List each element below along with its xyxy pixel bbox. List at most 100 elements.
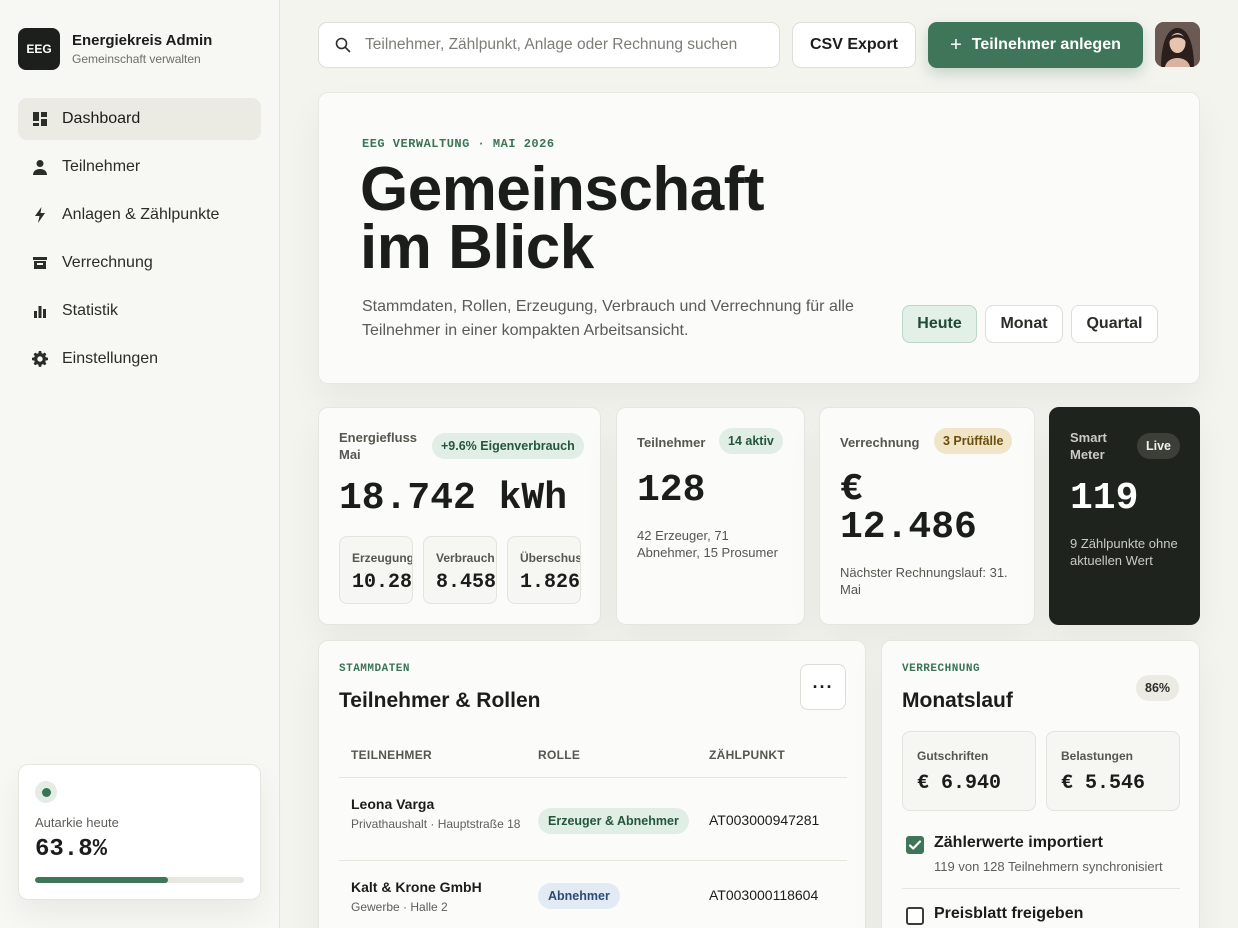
task-title: Zählerwerte importiert bbox=[934, 834, 1103, 851]
energy-card: Energiefluss Mai +9.6% Eigenverbrauch 18… bbox=[318, 407, 601, 625]
sidebar-item-dashboard[interactable]: Dashboard bbox=[18, 98, 261, 140]
belastungen-box: Belastungen € 5.546 bbox=[1046, 731, 1180, 811]
autarkie-progress-fill bbox=[35, 877, 169, 883]
checkmark-icon bbox=[908, 840, 922, 850]
task-subtitle: 119 von 128 Teilnehmern synchronisiert bbox=[934, 859, 1163, 874]
billing-badge: 3 Prüffälle bbox=[934, 428, 1013, 454]
billing-value-currency: € bbox=[840, 468, 863, 511]
task-divider bbox=[902, 888, 1180, 889]
table-eyebrow: STAMMDATEN bbox=[339, 663, 411, 675]
brand-subtitle: Gemeinschaft verwalten bbox=[72, 52, 201, 66]
members-label: Teilnehmer bbox=[637, 435, 706, 450]
hero-description: Stammdaten, Rollen, Erzeugung, Verbrauch… bbox=[362, 298, 854, 339]
sidebar-item-label: Anlagen & Zählpunkte bbox=[62, 206, 220, 223]
energy-erzeugung-value: 10.284 bbox=[352, 571, 413, 594]
sidebar-item-teilnehmer[interactable]: Teilnehmer bbox=[18, 146, 261, 188]
energy-label: Energiefluss Mai bbox=[339, 430, 418, 462]
role-badge: Abnehmer bbox=[538, 883, 620, 909]
autarkie-value: 63.8% bbox=[35, 836, 108, 863]
monatslauf-title: Monatslauf bbox=[902, 689, 1013, 712]
energy-ueberschuss: Überschuss 1.826 bbox=[507, 536, 581, 604]
bolt-icon bbox=[32, 207, 48, 223]
bar-chart-icon bbox=[32, 303, 48, 319]
search-icon bbox=[335, 37, 351, 53]
energy-ueberschuss-label: Überschuss bbox=[520, 551, 580, 565]
task-title: Preisblatt freigeben bbox=[934, 905, 1084, 922]
sidebar-item-label: Statistik bbox=[62, 302, 119, 319]
dashboard-icon bbox=[32, 111, 48, 127]
brand[interactable]: EEG Energiekreis Admin Gemeinschaft verw… bbox=[18, 28, 212, 70]
gutschriften-value: € 6.940 bbox=[917, 772, 1002, 795]
belastungen-value: € 5.546 bbox=[1061, 772, 1146, 795]
energy-erzeugung-label: Erzeugung bbox=[352, 551, 413, 565]
row-zaehlpunkt: AT003000947281 bbox=[709, 812, 820, 828]
smart-meter-badge: Live bbox=[1137, 433, 1181, 459]
sidebar-item-label: Dashboard bbox=[62, 110, 141, 127]
monatslauf-eyebrow: VERRECHNUNG bbox=[902, 663, 981, 675]
energy-verbrauch: Verbrauch 8.458 bbox=[423, 536, 497, 604]
monatslauf-card: VERRECHNUNG Monatslauf 86% Gutschriften … bbox=[881, 640, 1200, 928]
status-dot-icon bbox=[35, 781, 57, 803]
autarkie-label: Autarkie heute bbox=[35, 815, 119, 830]
row-subtitle: Privathaushalt · Hauptstraße 18 bbox=[351, 817, 521, 831]
sidebar-nav: Dashboard Teilnehmer Anlagen & Zählpunkt… bbox=[18, 98, 261, 386]
table-divider bbox=[339, 860, 847, 861]
row-subtitle: Gewerbe · Halle 2 bbox=[351, 900, 448, 914]
csv-export-button[interactable]: CSV Export bbox=[792, 22, 916, 68]
period-tab-heute[interactable]: Heute bbox=[902, 305, 977, 343]
brand-title: Energiekreis Admin bbox=[72, 32, 213, 49]
gear-icon bbox=[32, 351, 48, 367]
table-divider bbox=[339, 777, 847, 778]
smart-meter-label: Smart Meter bbox=[1070, 430, 1107, 462]
energy-ueberschuss-value: 1.826 bbox=[520, 571, 581, 594]
energy-verbrauch-value: 8.458 bbox=[436, 571, 497, 594]
members-value: 128 bbox=[637, 469, 706, 512]
plus-icon: + bbox=[950, 34, 962, 56]
page-title: Gemeinschaft im Blick bbox=[360, 159, 960, 279]
energy-erzeugung: Erzeugung 10.284 bbox=[339, 536, 413, 604]
sidebar-item-statistik[interactable]: Statistik bbox=[18, 290, 261, 332]
user-icon bbox=[32, 159, 48, 175]
sidebar-item-label: Teilnehmer bbox=[62, 158, 141, 175]
search-bar[interactable] bbox=[318, 22, 780, 68]
add-member-button[interactable]: + Teilnehmer anlegen bbox=[928, 22, 1143, 68]
members-table-card: STAMMDATEN Teilnehmer & Rollen ··· TEILN… bbox=[318, 640, 866, 928]
checkbox-preisblatt[interactable] bbox=[906, 907, 924, 925]
column-header-zaehlpunkt[interactable]: ZÄHLPUNKT bbox=[709, 748, 785, 762]
billing-value: 12.486 bbox=[840, 506, 977, 549]
avatar[interactable] bbox=[1155, 22, 1200, 67]
sidebar-item-verrechnung[interactable]: Verrechnung bbox=[18, 242, 261, 284]
row-name: Leona Varga bbox=[351, 796, 435, 812]
column-header-teilnehmer[interactable]: TEILNEHMER bbox=[351, 748, 432, 762]
members-note: 42 Erzeuger, 71 Abnehmer, 15 Prosumer bbox=[637, 528, 778, 560]
row-zaehlpunkt: AT003000118604 bbox=[709, 887, 819, 903]
energy-verbrauch-label: Verbrauch bbox=[436, 551, 495, 565]
period-tab-quartal[interactable]: Quartal bbox=[1071, 305, 1158, 343]
more-options-button[interactable]: ··· bbox=[800, 664, 846, 710]
brand-logo: EEG bbox=[18, 28, 60, 70]
page-title-line-2: im Blick bbox=[360, 213, 594, 282]
archive-icon bbox=[32, 255, 48, 271]
smart-meter-value: 119 bbox=[1070, 477, 1139, 520]
gutschriften-label: Gutschriften bbox=[917, 749, 989, 763]
belastungen-label: Belastungen bbox=[1061, 749, 1134, 763]
search-input[interactable] bbox=[365, 36, 755, 54]
members-card: Teilnehmer 14 aktiv 128 42 Erzeuger, 71 … bbox=[616, 407, 805, 625]
add-member-label: Teilnehmer anlegen bbox=[971, 36, 1121, 53]
sidebar-item-einstellungen[interactable]: Einstellungen bbox=[18, 338, 261, 380]
energy-badge: +9.6% Eigenverbrauch bbox=[432, 433, 584, 459]
checkbox-zaehlerwerte[interactable] bbox=[906, 836, 924, 854]
hero-panel: EEG VERWALTUNG · MAI 2026 Gemeinschaft i… bbox=[318, 92, 1200, 384]
role-badge: Erzeuger & Abnehmer bbox=[538, 808, 689, 834]
period-tab-monat[interactable]: Monat bbox=[985, 305, 1063, 343]
sidebar-item-anlagen[interactable]: Anlagen & Zählpunkte bbox=[18, 194, 261, 236]
billing-card: Verrechnung 3 Prüffälle € 12.486 Nächste… bbox=[819, 407, 1035, 625]
sidebar-item-label: Verrechnung bbox=[62, 254, 153, 271]
gutschriften-box: Gutschriften € 6.940 bbox=[902, 731, 1036, 811]
smart-meter-note: 9 Zählpunkte ohne aktuellen Wert bbox=[1070, 536, 1178, 568]
sidebar: EEG Energiekreis Admin Gemeinschaft verw… bbox=[0, 0, 280, 928]
table-title: Teilnehmer & Rollen bbox=[339, 689, 541, 712]
row-name: Kalt & Krone GmbH bbox=[351, 879, 482, 895]
autarkie-progress bbox=[35, 877, 244, 883]
column-header-rolle[interactable]: ROLLE bbox=[538, 748, 580, 762]
